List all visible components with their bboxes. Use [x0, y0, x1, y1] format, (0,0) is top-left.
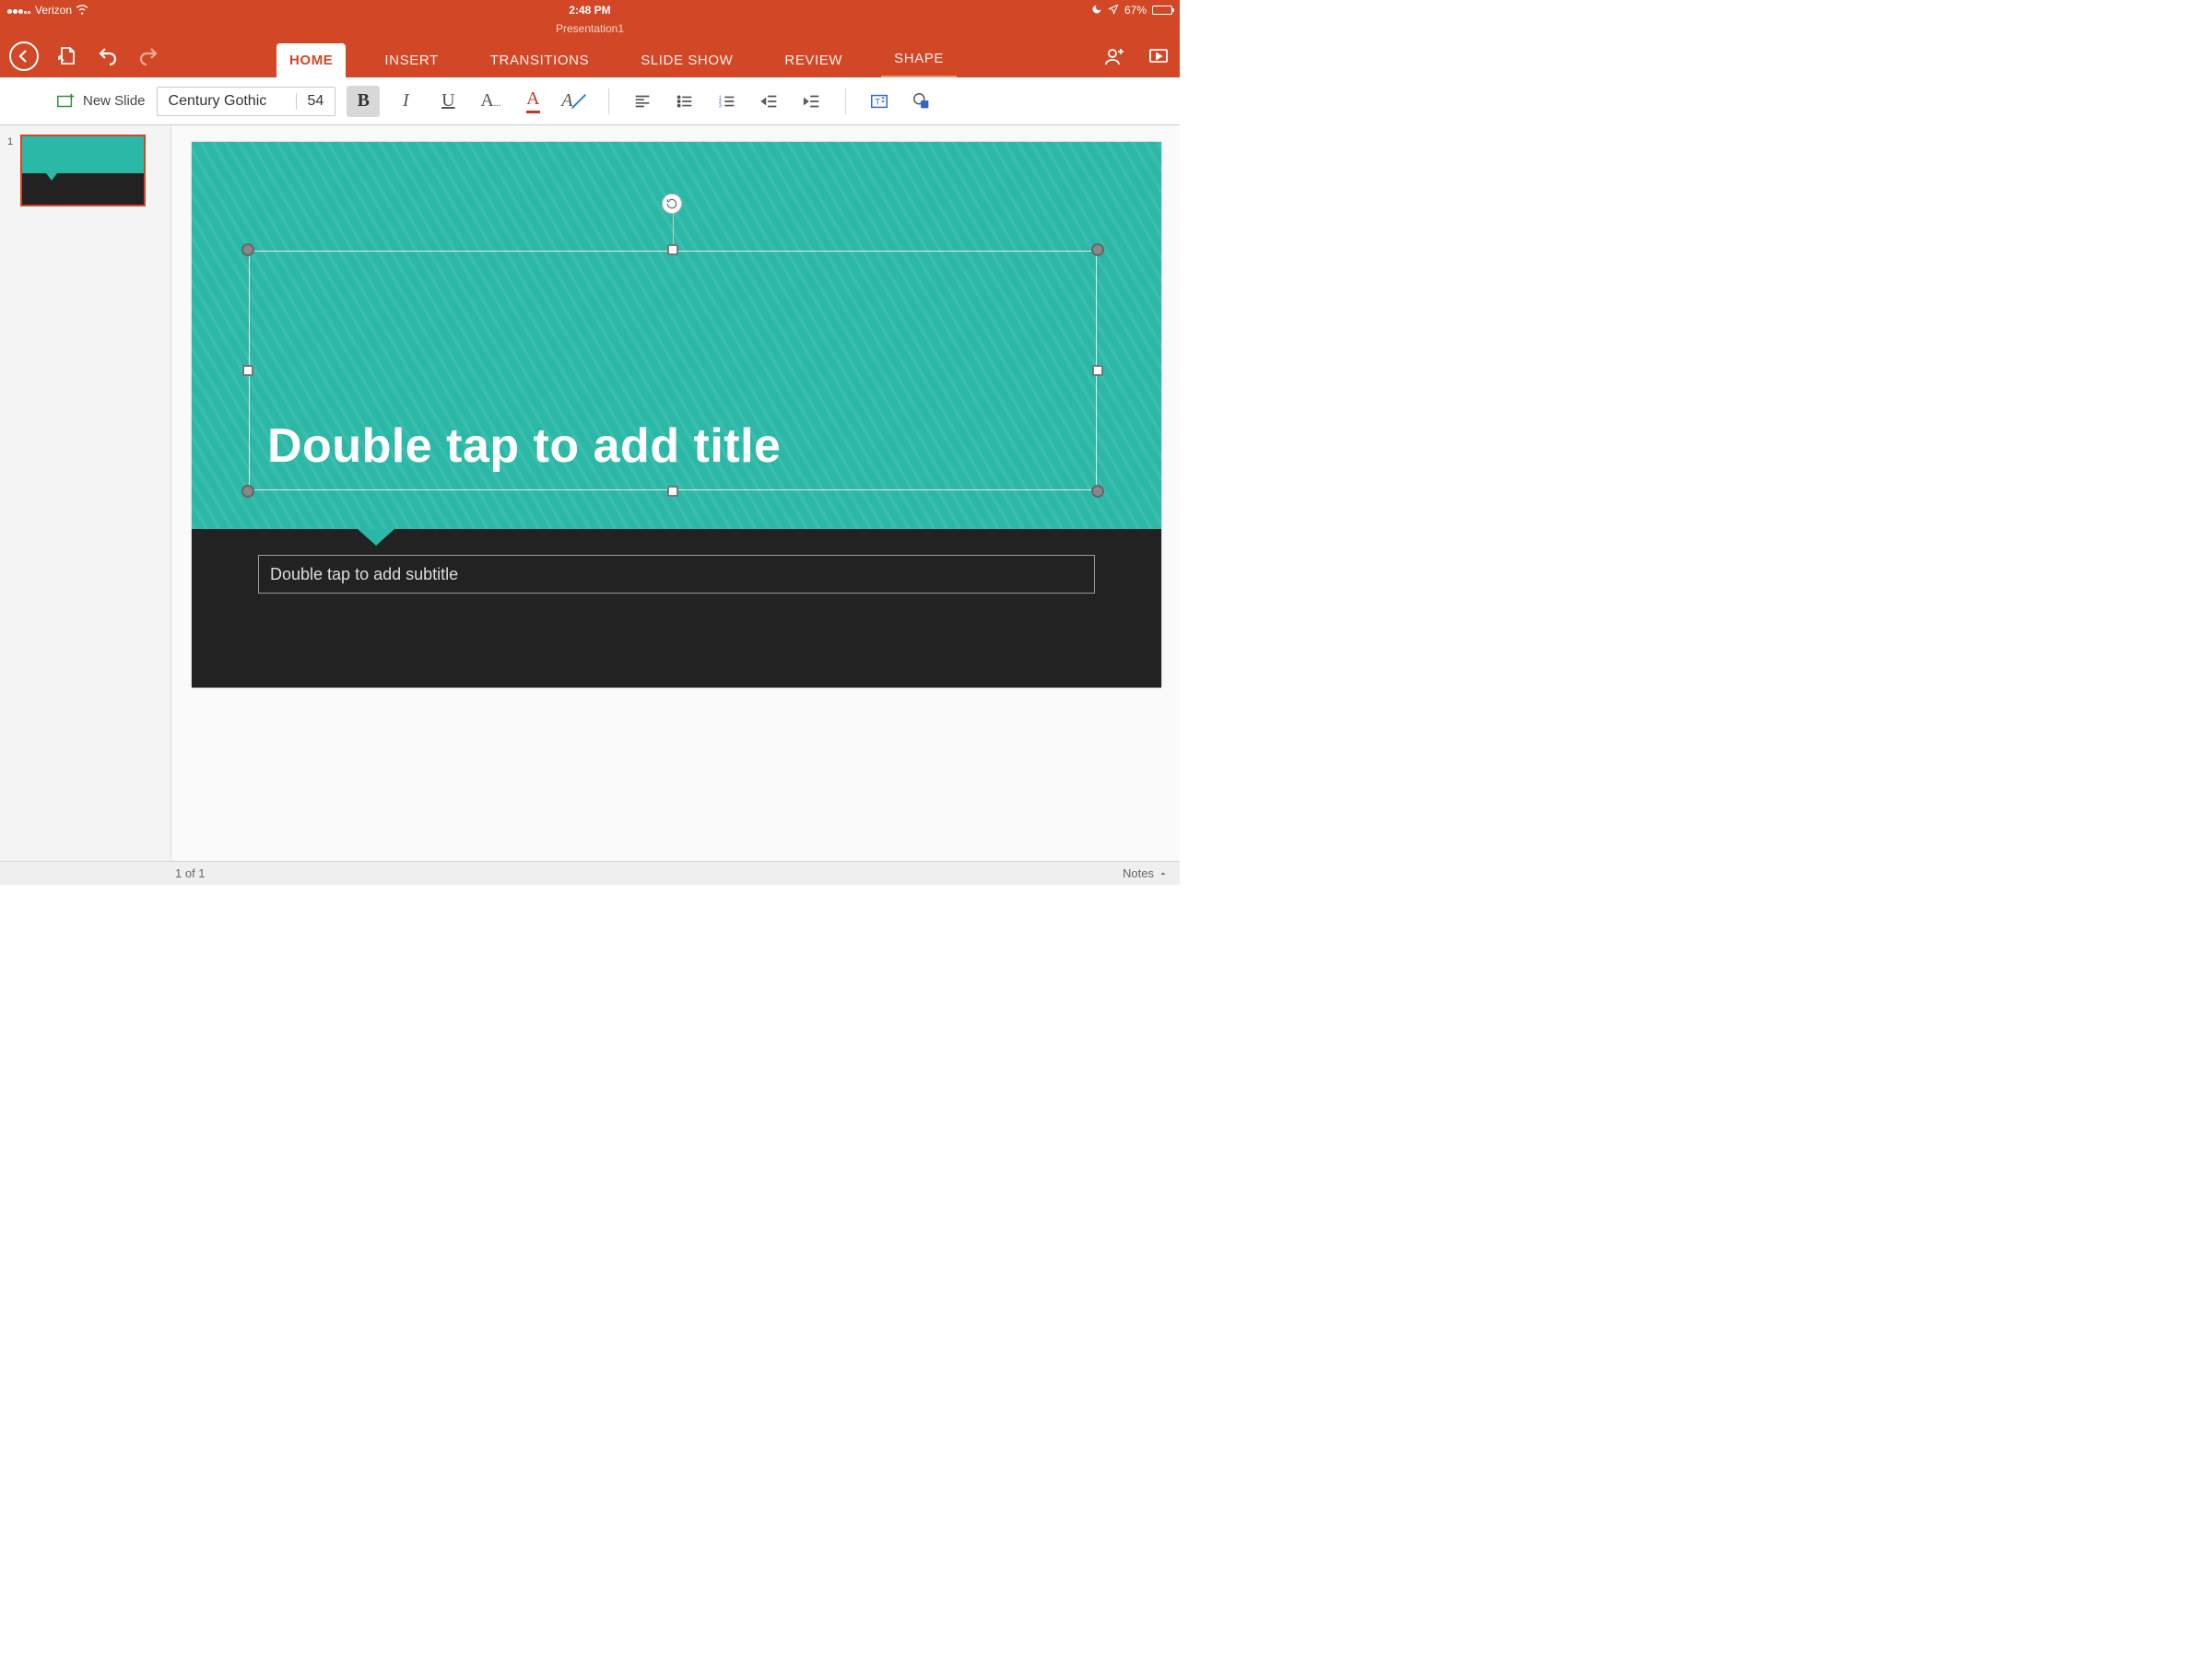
rotate-handle[interactable]	[662, 194, 682, 214]
clock-label: 2:48 PM	[88, 4, 1091, 17]
separator	[845, 88, 846, 114]
slide-canvas-area[interactable]: Double tap to add title Double tap to ad…	[171, 125, 1180, 861]
resize-handle-tr[interactable]	[1091, 243, 1104, 256]
share-button[interactable]	[1102, 44, 1126, 68]
slide-thumbnail-panel: 1	[0, 125, 171, 861]
font-color-button[interactable]: A	[516, 86, 549, 117]
subtitle-textbox[interactable]: Double tap to add subtitle	[258, 555, 1095, 594]
notes-toggle[interactable]: Notes	[1123, 866, 1169, 880]
app-header: Presentation1 HOME INSERT TRANSITIONS SL…	[0, 20, 1180, 77]
svg-text:3: 3	[719, 103, 722, 109]
subtitle-placeholder-text: Double tap to add subtitle	[270, 565, 458, 584]
workspace: 1 Double tap to add title	[0, 125, 1180, 861]
slide-thumbnail-1[interactable]	[20, 135, 146, 206]
new-slide-label: New Slide	[83, 93, 146, 109]
battery-pct-label: 67%	[1124, 4, 1147, 17]
carrier-label: Verizon	[35, 4, 72, 17]
shapes-button[interactable]	[905, 86, 938, 117]
location-icon	[1108, 4, 1119, 18]
wifi-icon	[76, 3, 88, 18]
bullets-button[interactable]	[668, 86, 701, 117]
moon-icon	[1091, 4, 1102, 18]
textbox-button[interactable]: T	[863, 86, 896, 117]
home-ribbon: New Slide Century Gothic 54 B I U A... A…	[0, 77, 1180, 125]
redo-button[interactable]	[136, 44, 160, 68]
ribbon-tabs: HOME INSERT TRANSITIONS SLIDE SHOW REVIE…	[276, 35, 1060, 77]
thumbnail-number: 1	[7, 136, 13, 147]
back-button[interactable]	[9, 41, 39, 71]
notes-label: Notes	[1123, 866, 1154, 880]
resize-handle-r[interactable]	[1092, 365, 1103, 376]
resize-handle-tl[interactable]	[241, 243, 254, 256]
signal-dots-icon	[7, 4, 31, 17]
resize-handle-l[interactable]	[242, 365, 253, 376]
status-bar: 1 of 1 Notes	[0, 861, 1180, 885]
decrease-indent-button[interactable]	[753, 86, 786, 117]
file-open-icon[interactable]	[55, 44, 79, 68]
font-selector[interactable]: Century Gothic 54	[157, 87, 336, 116]
new-slide-button[interactable]: New Slide	[55, 91, 146, 112]
strikethrough-button[interactable]: A...	[474, 86, 507, 117]
tab-review[interactable]: REVIEW	[771, 43, 855, 77]
tab-transitions[interactable]: TRANSITIONS	[477, 43, 602, 77]
text-highlight-button[interactable]: A	[559, 86, 592, 117]
resize-handle-br[interactable]	[1091, 485, 1104, 498]
title-textbox[interactable]: Double tap to add title	[249, 251, 1097, 490]
resize-handle-t[interactable]	[667, 244, 678, 255]
resize-handle-bl[interactable]	[241, 485, 254, 498]
font-name-field[interactable]: Century Gothic	[158, 93, 296, 110]
slide[interactable]: Double tap to add title Double tap to ad…	[192, 142, 1161, 688]
underline-button[interactable]: U	[431, 86, 465, 117]
font-size-field[interactable]: 54	[296, 93, 335, 110]
italic-button[interactable]: I	[389, 86, 422, 117]
resize-handle-b[interactable]	[667, 486, 678, 497]
rotate-stem	[673, 208, 674, 245]
numbering-button[interactable]: 123	[711, 86, 744, 117]
svg-text:T: T	[876, 97, 881, 106]
tab-shape[interactable]: SHAPE	[881, 41, 957, 77]
increase-indent-button[interactable]	[795, 86, 829, 117]
slide-counter: 1 of 1	[175, 866, 206, 880]
ios-status-bar: Verizon 2:48 PM 67%	[0, 0, 1180, 20]
align-button[interactable]	[626, 86, 659, 117]
tab-slideshow[interactable]: SLIDE SHOW	[628, 43, 746, 77]
battery-icon	[1152, 6, 1172, 15]
bold-button[interactable]: B	[347, 86, 380, 117]
separator	[608, 88, 609, 114]
undo-button[interactable]	[96, 44, 120, 68]
document-title: Presentation1	[0, 20, 1180, 35]
title-placeholder-text[interactable]: Double tap to add title	[267, 418, 781, 474]
present-button[interactable]	[1147, 44, 1171, 68]
tab-insert[interactable]: INSERT	[371, 43, 451, 77]
tab-home[interactable]: HOME	[276, 43, 346, 77]
